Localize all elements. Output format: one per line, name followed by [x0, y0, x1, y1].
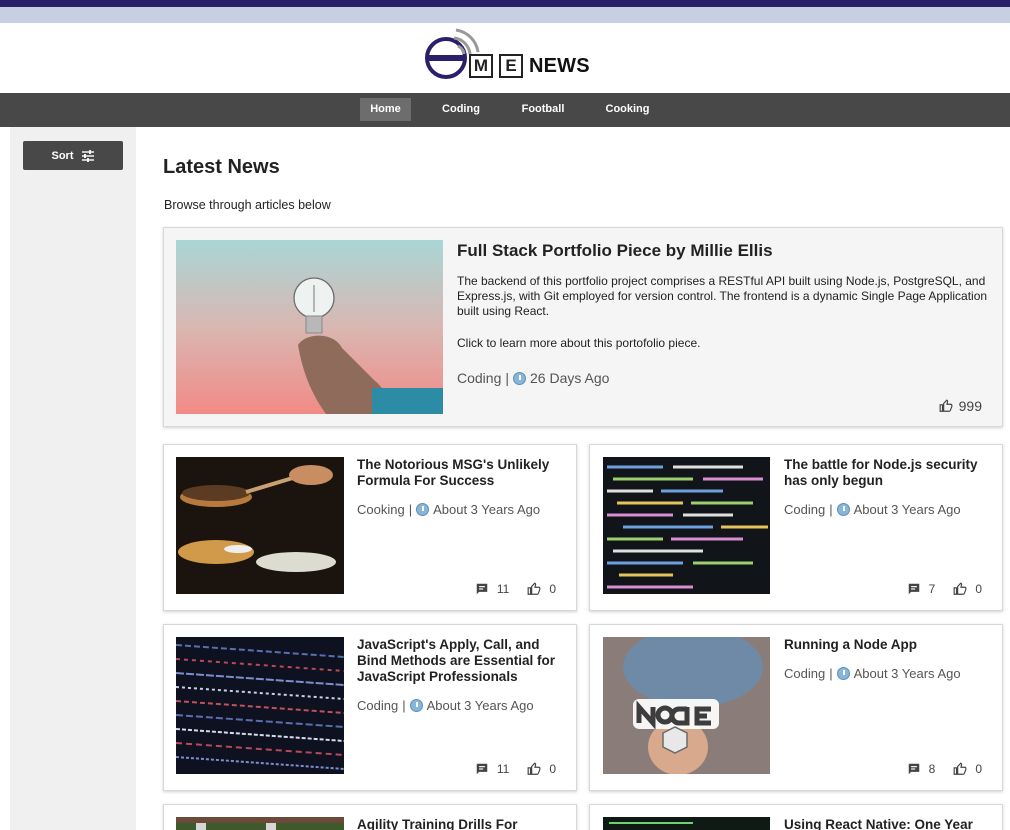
sort-button[interactable]: Sort — [23, 141, 123, 170]
clock-icon — [409, 699, 423, 712]
article-topic[interactable]: Coding — [457, 370, 501, 386]
like-count: 0 — [975, 582, 982, 596]
article-title[interactable]: The Notorious MSG's Unlikely Formula For… — [357, 457, 562, 489]
article-age: About 3 Years Ago — [853, 666, 961, 681]
article-stats: 11 0 — [475, 762, 556, 776]
comment-count: 11 — [496, 762, 510, 776]
sidebar — [10, 127, 136, 830]
featured-article-cta: Click to learn more about this portofoli… — [457, 336, 701, 350]
article-card[interactable]: The Notorious MSG's Unlikely Formula For… — [163, 444, 577, 611]
like-count: 0 — [549, 762, 556, 776]
article-meta: Coding | About 3 Years Ago — [357, 698, 534, 713]
article-image — [603, 817, 770, 830]
nav-item-cooking[interactable]: Cooking — [600, 98, 655, 121]
comment-count: 11 — [496, 582, 510, 596]
article-card[interactable]: Agility Training Drills For — [163, 804, 577, 830]
article-meta: Coding | About 3 Years Ago — [784, 666, 961, 681]
article-age: About 3 Years Ago — [433, 502, 541, 517]
article-card[interactable]: Running a Node App Coding | About 3 Year… — [589, 624, 1003, 791]
top-accent-band-light — [0, 7, 1010, 23]
article-meta: Cooking | About 3 Years Ago — [357, 502, 540, 517]
thumbs-up-icon — [953, 762, 967, 775]
article-title[interactable]: JavaScript's Apply, Call, and Bind Metho… — [357, 637, 567, 685]
logo-wordmark: NEWS — [529, 55, 590, 77]
thumbs-up-icon — [953, 582, 967, 595]
article-card[interactable]: The battle for Node.js security has only… — [589, 444, 1003, 611]
article-age: About 3 Years Ago — [853, 502, 961, 517]
article-stats: 8 0 — [907, 762, 982, 776]
article-title[interactable]: The battle for Node.js security has only… — [784, 457, 989, 489]
article-card[interactable]: Using React Native: One Year — [589, 804, 1003, 830]
comment-icon — [476, 583, 488, 595]
comment-count: 7 — [928, 582, 936, 596]
featured-article-description: The backend of this portfolio project co… — [457, 274, 988, 318]
featured-article-meta: Coding | 26 Days Ago — [457, 370, 609, 386]
comment-stat[interactable]: 11 — [475, 582, 509, 596]
comment-stat[interactable]: 11 — [475, 762, 509, 776]
thumbs-up-icon — [527, 762, 541, 775]
article-meta: Coding | About 3 Years Ago — [784, 502, 961, 517]
clock-icon — [513, 371, 527, 385]
thumbs-up-icon — [939, 399, 953, 412]
featured-article-image — [176, 240, 443, 414]
meta-separator: | — [505, 370, 510, 386]
comment-count: 8 — [928, 762, 936, 776]
like-stat[interactable]: 0 — [953, 762, 982, 776]
page-title: Latest News — [163, 156, 280, 178]
like-count: 999 — [958, 398, 982, 414]
main-nav: Home Coding Football Cooking — [0, 93, 1010, 127]
logo-letter-m: M — [469, 54, 493, 78]
clock-icon — [416, 503, 430, 516]
article-stats: 11 0 — [475, 582, 556, 596]
article-image — [603, 637, 770, 774]
like-count: 0 — [975, 762, 982, 776]
article-topic[interactable]: Coding — [784, 502, 825, 517]
featured-article-likes[interactable]: 999 — [939, 398, 982, 414]
like-stat[interactable]: 0 — [527, 582, 556, 596]
article-image — [176, 637, 344, 774]
nav-item-home[interactable]: Home — [360, 98, 411, 121]
clock-icon — [836, 667, 850, 680]
featured-article-card[interactable]: Full Stack Portfolio Piece by Millie Ell… — [163, 227, 1003, 427]
meta-separator: | — [829, 502, 833, 517]
comment-icon — [908, 763, 919, 775]
clock-icon — [836, 503, 850, 516]
nav-item-football[interactable]: Football — [515, 98, 571, 121]
article-age: 26 Days Ago — [530, 370, 610, 386]
site-logo[interactable]: M E NEWS — [424, 24, 594, 84]
featured-article-title[interactable]: Full Stack Portfolio Piece by Millie Ell… — [457, 241, 773, 261]
meta-separator: | — [829, 666, 833, 681]
article-title[interactable]: Using React Native: One Year — [784, 817, 994, 830]
like-stat[interactable]: 0 — [527, 762, 556, 776]
meta-separator: | — [402, 698, 406, 713]
thumbs-up-icon — [527, 582, 541, 595]
comment-icon — [908, 583, 919, 595]
article-title[interactable]: Running a Node App — [784, 637, 989, 653]
top-accent-band — [0, 0, 1010, 7]
logo-letter-e: E — [499, 54, 523, 78]
like-stat[interactable]: 0 — [953, 582, 982, 596]
meta-separator: | — [408, 502, 413, 517]
article-card[interactable]: JavaScript's Apply, Call, and Bind Metho… — [163, 624, 577, 791]
comment-stat[interactable]: 7 — [907, 582, 936, 596]
comment-stat[interactable]: 8 — [907, 762, 936, 776]
article-topic[interactable]: Cooking — [357, 502, 405, 517]
article-age: About 3 Years Ago — [426, 698, 534, 713]
article-topic[interactable]: Coding — [357, 698, 398, 713]
nav-item-coding[interactable]: Coding — [436, 98, 486, 121]
article-image — [603, 457, 770, 594]
article-topic[interactable]: Coding — [784, 666, 825, 681]
article-image — [176, 817, 344, 830]
sliders-icon — [81, 149, 94, 162]
page-subtitle: Browse through articles below — [164, 198, 331, 212]
sort-label: Sort — [51, 149, 74, 162]
comment-icon — [476, 763, 488, 775]
article-stats: 7 0 — [907, 582, 982, 596]
article-title[interactable]: Agility Training Drills For — [357, 817, 567, 830]
article-image — [176, 457, 344, 594]
like-count: 0 — [549, 582, 556, 596]
